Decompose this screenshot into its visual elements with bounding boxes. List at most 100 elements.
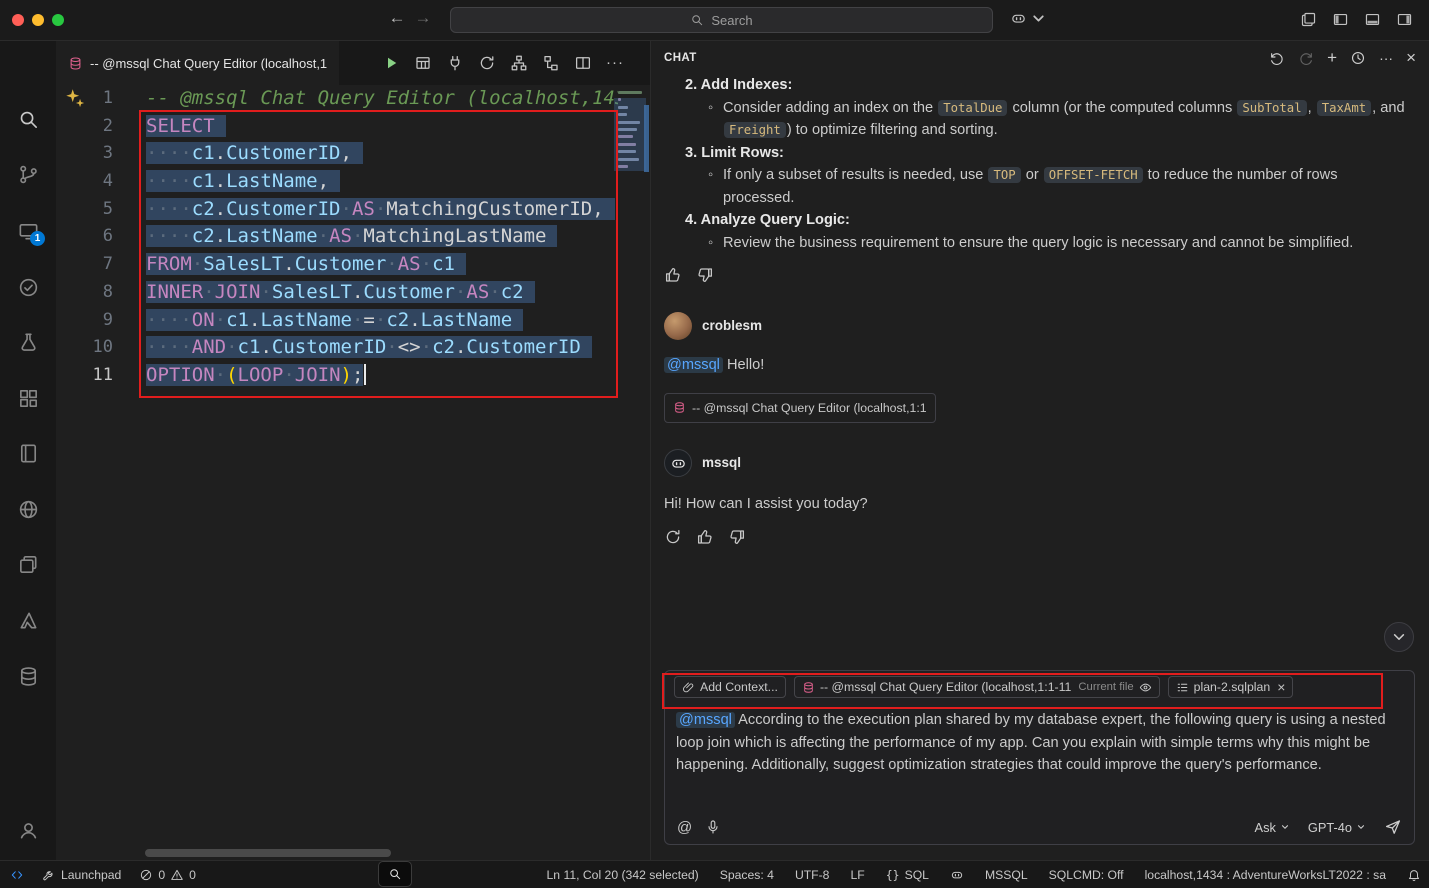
sidebar-item-source-control[interactable] <box>4 152 52 196</box>
close-icon[interactable]: × <box>1406 50 1416 66</box>
horizontal-scrollbar[interactable] <box>145 849 391 857</box>
code-line[interactable]: 5····c2.CustomerID·AS·MatchingCustomerID… <box>56 196 618 224</box>
editor-tab[interactable]: -- @mssql Chat Query Editor (localhost,1 <box>56 41 339 85</box>
sqlcmd-status[interactable]: SQLCMD: Off <box>1049 868 1124 882</box>
toggle-panel-icon[interactable] <box>1364 11 1381 28</box>
sidebar-item-extensions[interactable] <box>4 376 52 420</box>
input-toolbar: @ Ask GPT-4o <box>677 818 1402 836</box>
minimize-window-button[interactable] <box>32 14 44 26</box>
chat-input-text[interactable]: @mssql According to the execution plan s… <box>665 703 1414 777</box>
line-number[interactable]: 9 <box>56 307 146 335</box>
copilot-status[interactable] <box>950 868 964 882</box>
maximize-window-button[interactable] <box>52 14 64 26</box>
line-number[interactable]: 7 <box>56 251 146 279</box>
code-line[interactable]: 2SELECT <box>56 113 618 141</box>
text-run: Review the business requirement to ensur… <box>723 235 1353 251</box>
chat-input-container[interactable]: Add Context... -- @mssql Chat Query Edit… <box>664 670 1415 845</box>
remote-indicator[interactable] <box>10 868 24 882</box>
attachment-pill[interactable]: -- @mssql Chat Query Editor (localhost,1… <box>664 393 936 424</box>
line-number[interactable]: 2 <box>56 113 146 141</box>
redo-icon[interactable] <box>1298 50 1314 66</box>
more-actions-icon[interactable]: ··· <box>1379 50 1393 66</box>
close-window-button[interactable] <box>12 14 24 26</box>
thumbs-down-icon[interactable] <box>696 266 714 284</box>
cursor-position-status[interactable]: Ln 11, Col 20 (342 selected) <box>547 868 699 882</box>
eye-icon[interactable] <box>1139 681 1152 694</box>
language-mode-status[interactable]: {}SQL <box>886 868 929 882</box>
sidebar-item-run-experiments[interactable] <box>4 320 52 364</box>
send-button[interactable] <box>1384 818 1402 836</box>
code-line[interactable]: 1-- @mssql Chat Query Editor (localhost,… <box>56 85 618 113</box>
eol-status[interactable]: LF <box>850 868 864 882</box>
indentation-status[interactable]: Spaces: 4 <box>720 868 774 882</box>
add-context-button[interactable]: Add Context... <box>674 676 786 698</box>
scroll-to-bottom-button[interactable] <box>1384 622 1414 652</box>
sidebar-item-github[interactable] <box>4 487 52 531</box>
sidebar-item-testing[interactable] <box>4 265 52 309</box>
code-line[interactable]: 11OPTION·(LOOP·JOIN); <box>56 362 618 390</box>
multiple-windows-icon[interactable] <box>1300 11 1317 28</box>
notifications-bell[interactable] <box>1407 868 1421 882</box>
code-line[interactable]: 3····c1.CustomerID, <box>56 140 618 168</box>
more-actions-icon[interactable]: ··· <box>606 54 624 72</box>
line-number[interactable]: 5 <box>56 196 146 224</box>
sidebar-item-editor-layouts[interactable] <box>4 542 52 586</box>
window-controls <box>12 14 64 26</box>
code-line[interactable]: 6····c2.LastName·AS·MatchingLastName <box>56 223 618 251</box>
mssql-status[interactable]: MSSQL <box>985 868 1028 882</box>
new-chat-icon[interactable]: + <box>1327 50 1337 66</box>
code-line[interactable]: 7FROM·SalesLT.Customer·AS·c1 <box>56 251 618 279</box>
model-dropdown[interactable]: GPT-4o <box>1308 820 1366 835</box>
code-editor[interactable]: 1-- @mssql Chat Query Editor (localhost,… <box>56 85 650 860</box>
line-number[interactable]: 3 <box>56 140 146 168</box>
sidebar-item-search[interactable] <box>4 97 52 141</box>
context-file-chip[interactable]: -- @mssql Chat Query Editor (localhost,1… <box>794 676 1160 698</box>
microphone-icon[interactable] <box>705 819 721 835</box>
undo-icon[interactable] <box>1269 50 1285 66</box>
connect-plug-icon[interactable] <box>446 54 464 72</box>
sidebar-item-remote-explorer[interactable]: 1 <box>4 209 52 253</box>
copilot-menu-button[interactable] <box>1010 10 1047 27</box>
nav-back-button[interactable]: ← <box>386 8 408 28</box>
line-number[interactable]: 4 <box>56 168 146 196</box>
encoding-status[interactable]: UTF-8 <box>795 868 830 882</box>
refresh-connection-icon[interactable] <box>478 54 496 72</box>
line-number[interactable]: 10 <box>56 334 146 362</box>
toggle-sidebar-icon[interactable] <box>1332 11 1349 28</box>
line-number[interactable]: 1 <box>56 85 146 113</box>
toggle-secondary-sidebar-icon[interactable] <box>1396 11 1413 28</box>
split-editor-icon[interactable] <box>574 54 592 72</box>
line-number[interactable]: 6 <box>56 223 146 251</box>
line-number[interactable]: 11 <box>56 362 146 390</box>
context-plan-chip[interactable]: plan-2.sqlplan × <box>1168 676 1294 698</box>
sidebar-item-notebooks[interactable] <box>4 431 52 475</box>
history-icon[interactable] <box>1350 50 1366 66</box>
code-line[interactable]: 4····c1.LastName, <box>56 168 618 196</box>
code-line[interactable]: 9····ON·c1.LastName·=·c2.LastName <box>56 307 618 335</box>
globe-icon <box>17 498 40 521</box>
search-icon <box>690 13 704 27</box>
bullet-marker: ◦ <box>708 232 713 255</box>
thumbs-up-icon[interactable] <box>696 528 714 546</box>
launchpad-status[interactable]: Launchpad <box>42 868 121 882</box>
code-line[interactable]: 8INNER·JOIN·SalesLT.Customer·AS·c2 <box>56 279 618 307</box>
sidebar-item-database[interactable] <box>4 654 52 698</box>
schema-tree-icon[interactable] <box>510 54 528 72</box>
command-center-search[interactable]: Search <box>450 7 993 33</box>
results-grid-icon[interactable] <box>414 54 432 72</box>
nav-forward-button[interactable]: → <box>412 8 434 28</box>
connection-status[interactable]: localhost,1434 : AdventureWorksLT2022 : … <box>1145 868 1386 882</box>
code-line[interactable]: 10····AND·c1.CustomerID·<>·c2.CustomerID <box>56 334 618 362</box>
thumbs-up-icon[interactable] <box>664 266 682 284</box>
regenerate-icon[interactable] <box>664 528 682 546</box>
thumbs-down-icon[interactable] <box>728 528 746 546</box>
problems-status[interactable]: 0 0 <box>139 868 196 882</box>
accounts-button[interactable] <box>4 808 52 852</box>
sidebar-item-azure[interactable] <box>4 598 52 642</box>
mode-dropdown[interactable]: Ask <box>1255 820 1290 835</box>
schema-compare-icon[interactable] <box>542 54 560 72</box>
line-number[interactable]: 8 <box>56 279 146 307</box>
run-query-button[interactable] <box>382 54 400 72</box>
mention-button[interactable]: @ <box>677 819 692 836</box>
remove-attachment-icon[interactable]: × <box>1277 680 1285 694</box>
